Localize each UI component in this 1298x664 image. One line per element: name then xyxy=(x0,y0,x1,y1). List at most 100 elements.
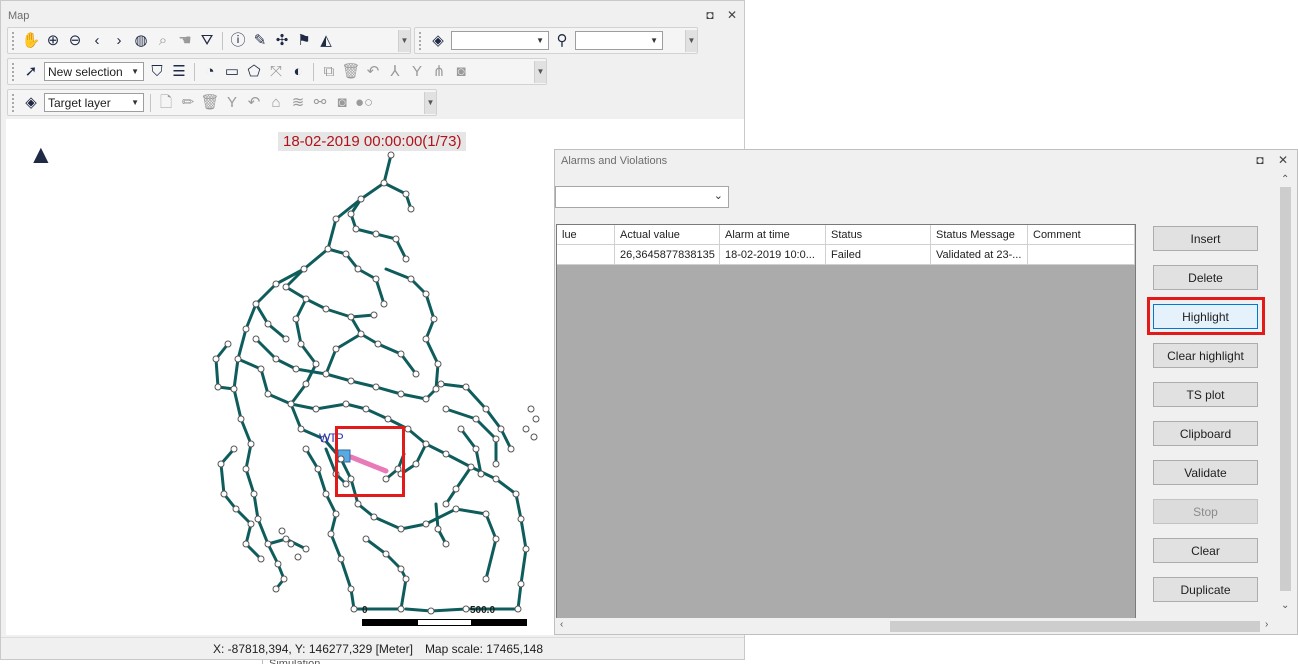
link-icon[interactable]: ⚯ xyxy=(309,92,331,114)
back-arrow-icon[interactable]: ‹ xyxy=(86,30,108,52)
delete-icon[interactable]: 🗑 xyxy=(340,61,362,83)
toolbar-overflow-button[interactable]: ▼ xyxy=(534,60,546,83)
pencil-icon[interactable]: ✏ xyxy=(177,92,199,114)
selection-mode-combo[interactable]: New selection ▼ xyxy=(44,62,144,81)
snapshot-icon[interactable]: ◙ xyxy=(450,61,472,83)
network-icon[interactable]: ✣ xyxy=(271,30,293,52)
polygon-select-icon[interactable]: ⬠ xyxy=(243,61,265,83)
edit-toolbar: ◈ Target layer ▼ 🗋 ✏ 🗑 Y ↶ ⌂ ≋ ⚯ ◙ ●○ ▼ xyxy=(7,89,437,116)
branch-icon[interactable]: Y xyxy=(406,61,428,83)
globe-icon[interactable]: ◍ xyxy=(130,30,152,52)
scroll-down-icon[interactable]: ⌄ xyxy=(1281,600,1289,611)
layers-icon[interactable]: ◈ xyxy=(427,30,449,52)
horizontal-scrollbar[interactable]: ‹ › xyxy=(555,618,1277,634)
scroll-left-icon[interactable]: ‹ xyxy=(560,619,563,630)
delete-icon[interactable]: 🗑 xyxy=(199,92,221,114)
highlight-button-frame xyxy=(1147,297,1265,335)
area-chart-icon[interactable]: ◭ xyxy=(315,30,337,52)
zoom-in-icon[interactable]: ⊕ xyxy=(42,30,64,52)
branch-icon[interactable]: Y xyxy=(221,92,243,114)
vertical-scrollbar[interactable]: ⌃ ⌄ xyxy=(1277,172,1294,618)
zoom-out-icon[interactable]: ⊖ xyxy=(64,30,86,52)
wifi-icon[interactable]: ≋ xyxy=(287,92,309,114)
column-header-actual-value[interactable]: Actual value xyxy=(615,225,720,245)
info-icon[interactable]: ⓘ xyxy=(227,30,249,52)
list-icon[interactable]: ☰ xyxy=(168,61,190,83)
map-window-title: Map xyxy=(8,10,30,22)
ts-plot-button[interactable]: TS plot xyxy=(1153,382,1258,407)
horizontal-scroll-thumb[interactable] xyxy=(890,621,1260,632)
new-feature-icon[interactable]: 🗋 xyxy=(155,92,177,114)
target-layer-value: Target layer xyxy=(48,95,111,110)
map-status-bar: X: -87818,394, Y: 146277,329 [Meter] Map… xyxy=(1,637,744,659)
edit-window-icon[interactable]: ✎ xyxy=(249,30,271,52)
toolbar-overflow-button[interactable]: ▼ xyxy=(398,29,410,52)
toolbar-grip[interactable] xyxy=(12,31,16,50)
map-highlight-frame xyxy=(335,426,405,497)
dots-icon[interactable]: ●○ xyxy=(353,92,375,114)
toolbar-overflow-button[interactable]: ▼ xyxy=(424,91,436,114)
rectangle-select-icon[interactable]: ▭ xyxy=(221,61,243,83)
duplicate-button[interactable]: Duplicate xyxy=(1153,577,1258,602)
forward-arrow-icon[interactable]: › xyxy=(108,30,130,52)
invert-selection-icon[interactable]: ◐ xyxy=(287,61,309,83)
select-filter-icon[interactable]: ⛉ xyxy=(146,61,168,83)
valve-icon[interactable]: ⌂ xyxy=(265,92,287,114)
cell-status-message[interactable]: Validated at 23-... xyxy=(931,245,1028,265)
clear-filter-icon[interactable]: ⛛ xyxy=(196,30,218,52)
column-header-status[interactable]: Status xyxy=(826,225,931,245)
cell-alarm-time[interactable]: 18-02-2019 10:0... xyxy=(720,245,826,265)
node-icon[interactable]: ⋔ xyxy=(428,61,450,83)
column-header-comment[interactable]: Comment xyxy=(1028,225,1135,245)
split-icon[interactable]: ⅄ xyxy=(384,61,406,83)
layer-combo[interactable]: ▼ xyxy=(451,31,549,50)
cell-status[interactable]: Failed xyxy=(826,245,931,265)
column-header-alarm-time[interactable]: Alarm at time xyxy=(720,225,826,245)
mouse-icon[interactable]: ◔ xyxy=(199,61,221,83)
scroll-up-icon[interactable]: ⌃ xyxy=(1281,174,1289,185)
search-icon[interactable]: ⚲ xyxy=(551,30,573,52)
stop-button[interactable]: Stop xyxy=(1153,499,1258,524)
column-header-status-message[interactable]: Status Message xyxy=(931,225,1028,245)
target-layer-combo[interactable]: Target layer ▼ xyxy=(44,93,144,112)
validate-button[interactable]: Validate xyxy=(1153,460,1258,485)
layer-search-toolbar: ◈ ▼ ⚲ ▼ ▼ xyxy=(414,27,698,54)
alarm-filter-combo[interactable]: ⌄ xyxy=(555,186,729,208)
map-close-button[interactable]: ✕ xyxy=(725,8,739,22)
copy-selection-icon[interactable]: ⧉ xyxy=(318,61,340,83)
scroll-right-icon[interactable]: › xyxy=(1265,619,1268,630)
clear-button[interactable]: Clear xyxy=(1153,538,1258,563)
zoom-selection-icon[interactable]: ⌕ xyxy=(152,30,174,52)
clear-highlight-button[interactable]: Clear highlight xyxy=(1153,343,1258,368)
insert-button[interactable]: Insert xyxy=(1153,226,1258,251)
undo-icon[interactable]: ↶ xyxy=(362,61,384,83)
clear-selection-icon[interactable]: ⤧ xyxy=(265,61,287,83)
snapshot-icon[interactable]: ◙ xyxy=(331,92,353,114)
map-restore-button[interactable]: ◘ xyxy=(703,8,717,22)
table-row[interactable]: 26,3645877838135 18-02-2019 10:0... Fail… xyxy=(557,245,1135,265)
selection-mode-value: New selection xyxy=(48,64,123,79)
search-combo[interactable]: ▼ xyxy=(575,31,663,50)
cell-actual-value[interactable]: 26,3645877838135 xyxy=(615,245,720,265)
column-header-value[interactable]: lue xyxy=(557,225,615,245)
clipboard-button[interactable]: Clipboard xyxy=(1153,421,1258,446)
alarms-close-button[interactable]: ✕ xyxy=(1276,153,1290,167)
cell-comment[interactable] xyxy=(1028,245,1135,265)
cell-value[interactable] xyxy=(557,245,615,265)
scale-bar-end: 500.0 xyxy=(470,605,496,616)
delete-button[interactable]: Delete xyxy=(1153,265,1258,290)
vertical-scroll-thumb[interactable] xyxy=(1280,187,1291,591)
selection-toolbar: ➚ New selection ▼ ⛉ ☰ ◔ ▭ ⬠ ⤧ ◐ ⧉ 🗑 ↶ ⅄ … xyxy=(7,58,547,85)
toolbar-overflow-button[interactable]: ▼ xyxy=(685,29,697,52)
flag-icon[interactable]: ⚑ xyxy=(293,30,315,52)
layers-icon[interactable]: ◈ xyxy=(20,92,42,114)
select-pointer-icon[interactable]: ➚ xyxy=(20,61,42,83)
alarms-restore-button[interactable]: ◘ xyxy=(1253,153,1267,167)
pan-hand-icon[interactable]: ✋ xyxy=(20,30,42,52)
chevron-down-icon: ▼ xyxy=(131,67,139,76)
undo-icon[interactable]: ↶ xyxy=(243,92,265,114)
map-scale-readout: Map scale: 17465,148 xyxy=(424,641,544,656)
alarms-grid[interactable]: lue Actual value Alarm at time Status St… xyxy=(556,224,1136,619)
chevron-down-icon: ▼ xyxy=(536,36,544,45)
pan-selection-icon[interactable]: ☚ xyxy=(174,30,196,52)
